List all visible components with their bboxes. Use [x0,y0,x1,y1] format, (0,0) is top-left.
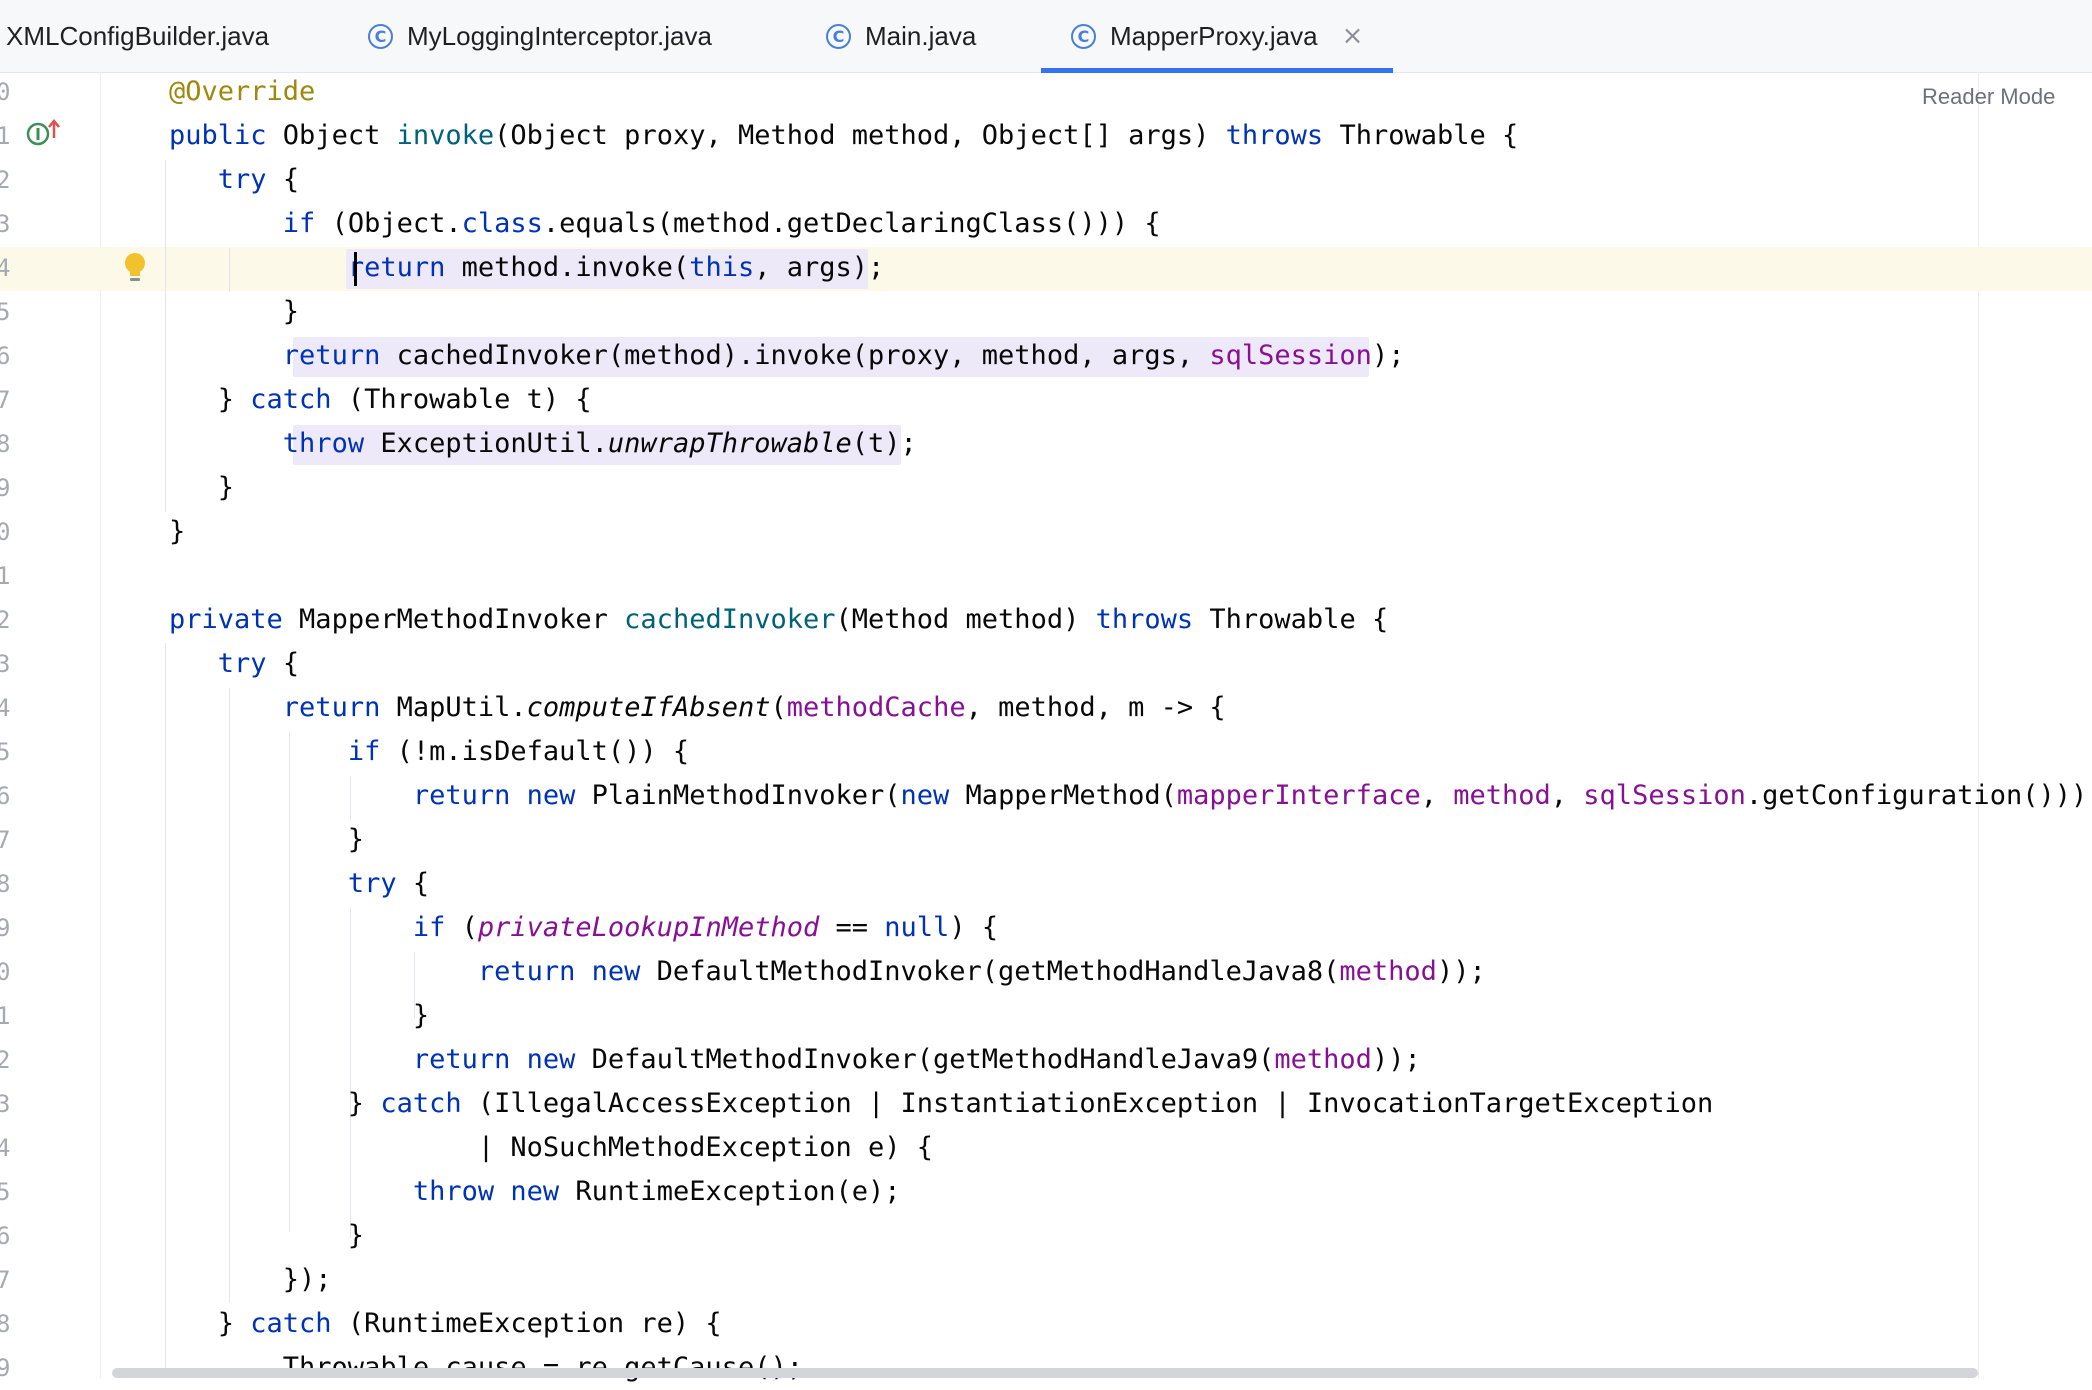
tab-xmlconfigbuilder[interactable]: XMLConfigBuilder.java [6,0,269,72]
class-icon: C [368,23,393,49]
class-icon: C [1071,23,1096,49]
tab-mapperproxy[interactable]: C MapperProxy.java × [1040,0,1394,73]
tab-mylogginginterceptor[interactable]: C MyLoggingInterceptor.java [368,0,712,72]
horizontal-scrollbar[interactable] [112,1368,1978,1378]
editor-tab-bar: XMLConfigBuilder.java C MyLoggingInterce… [0,0,2092,73]
class-icon: C [826,23,851,49]
implements-override-icon[interactable] [26,118,62,148]
tab-label: Main.java [865,20,977,51]
reader-mode-button[interactable]: Reader Mode [1922,84,2055,110]
indent-guide [165,160,166,512]
tab-label: MyLoggingInterceptor.java [407,20,712,51]
text-caret [354,252,357,286]
tab-main[interactable]: C Main.java [826,0,976,72]
indent-guide [165,643,166,1378]
tab-label: MapperProxy.java [1110,20,1318,51]
close-tab-icon[interactable]: × [1342,21,1364,51]
lightbulb-icon[interactable] [122,252,148,284]
tab-label: XMLConfigBuilder.java [6,20,270,51]
